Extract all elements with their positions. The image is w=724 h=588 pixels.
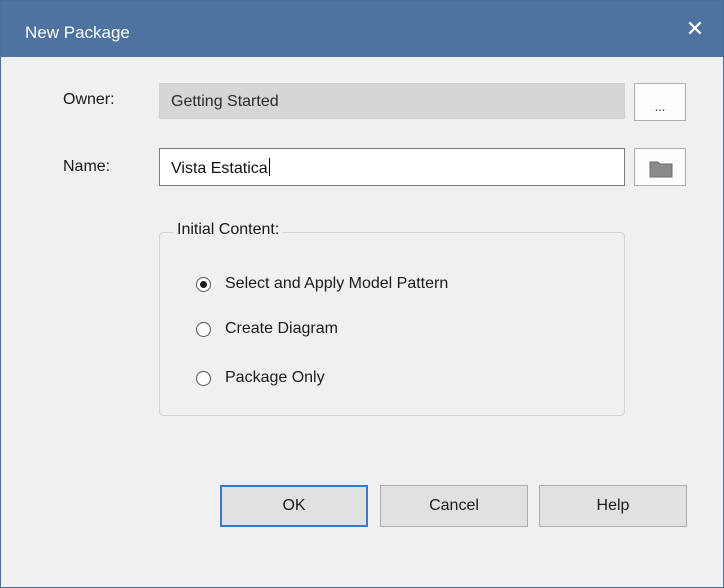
radio-label: Package Only	[225, 369, 325, 386]
owner-value: Getting Started	[171, 93, 279, 110]
folder-icon	[649, 161, 673, 178]
owner-label: Owner:	[63, 91, 115, 108]
title-bar[interactable]: New Package ✕	[1, 1, 723, 57]
browse-owner-button[interactable]: ...	[634, 83, 686, 121]
new-package-dialog: New Package ✕ Owner: Getting Started ...…	[0, 0, 724, 588]
text-caret	[268, 158, 270, 176]
close-icon[interactable]: ✕	[667, 1, 723, 57]
radio-button[interactable]	[196, 322, 211, 337]
owner-field: Getting Started	[159, 83, 625, 119]
radio-label: Create Diagram	[225, 320, 338, 337]
name-input[interactable]: Vista Estatica	[159, 148, 625, 186]
initial-content-legend: Initial Content:	[173, 221, 284, 239]
name-value: Vista Estatica	[171, 160, 268, 177]
radio-label: Select and Apply Model Pattern	[225, 275, 449, 292]
name-label: Name:	[63, 158, 111, 175]
radio-button-checked[interactable]	[196, 277, 211, 292]
radio-button[interactable]	[196, 371, 211, 386]
cancel-button[interactable]: Cancel	[380, 485, 528, 527]
help-button[interactable]: Help	[539, 485, 687, 527]
ok-button[interactable]: OK	[220, 485, 368, 527]
dialog-title: New Package	[25, 23, 130, 42]
browse-folder-button[interactable]	[634, 148, 686, 186]
ellipsis-label: ...	[654, 99, 666, 114]
